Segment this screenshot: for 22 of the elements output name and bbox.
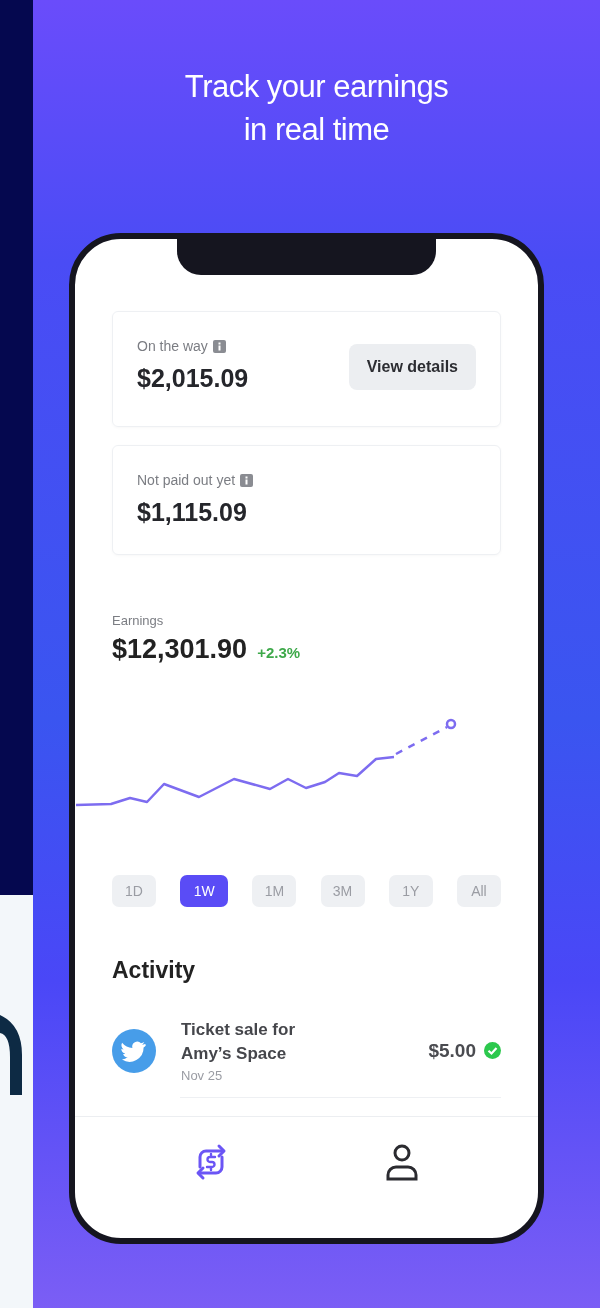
earnings-label: Earnings: [112, 613, 165, 628]
activity-amount: $5.00: [428, 1039, 476, 1062]
activity-heading: Activity: [112, 957, 197, 984]
bird-icon: [112, 1028, 156, 1073]
headline: Track your earnings in real time: [184, 68, 449, 149]
period-tab[interactable]: All: [456, 875, 501, 907]
view-details-button[interactable]: View details: [348, 344, 476, 390]
earnings-change: +2.3%: [257, 644, 301, 661]
info-icon[interactable]: [212, 339, 226, 353]
balance-label: On the way: [137, 338, 208, 354]
info-icon[interactable]: [240, 473, 254, 487]
balance-label: Not paid out yet: [137, 472, 236, 488]
activity-title: Ticket sale for Amy’s Space: [181, 1019, 297, 1065]
period-tab[interactable]: 1Y: [388, 875, 433, 907]
period-tab[interactable]: 3M: [320, 875, 365, 907]
period-tab[interactable]: 1W: [180, 875, 229, 907]
activity-date: Nov 25: [181, 1068, 224, 1083]
balance-amount: $2,015.09: [137, 364, 249, 393]
period-tab[interactable]: 1M: [252, 875, 297, 907]
period-tab[interactable]: 1D: [112, 875, 156, 907]
balance-amount: $1,115.09: [137, 498, 248, 527]
earnings-amount: $12,301.90: [112, 634, 248, 665]
